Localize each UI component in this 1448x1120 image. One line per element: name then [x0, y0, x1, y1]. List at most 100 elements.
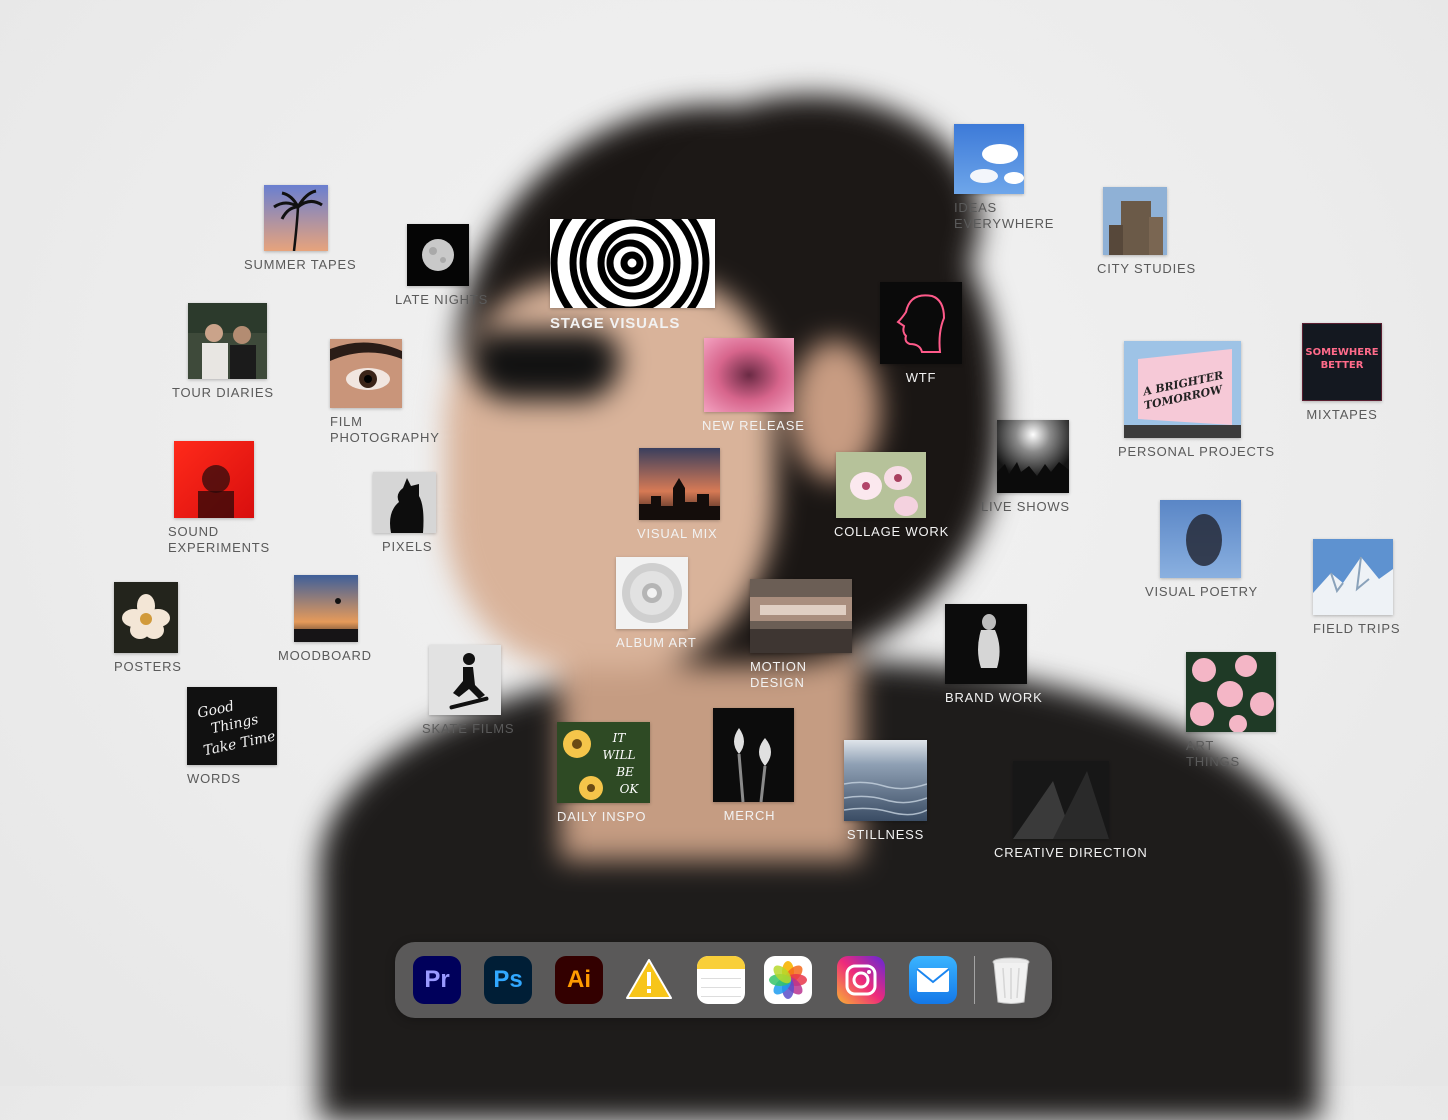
- folder-label: STAGE VISUALS: [550, 315, 681, 332]
- quote-line: BE: [615, 765, 634, 779]
- folder-label: COLLAGE WORK: [834, 524, 950, 539]
- folder-merch[interactable]: MERCH: [713, 708, 794, 824]
- daisy-quote-thumbnail: IT WILL BE OK: [557, 722, 650, 803]
- motion-blur-thumbnail: [750, 579, 852, 653]
- sign-text: SOMEWHERE: [1305, 347, 1378, 358]
- folder-late-nights[interactable]: LATE NIGHTS: [395, 224, 488, 308]
- folder-skate-films[interactable]: SKATE FILMS: [422, 645, 514, 737]
- folder-pixels[interactable]: PIXELS: [373, 472, 436, 555]
- premiere-pro-label: Pr: [424, 966, 450, 993]
- folder-label: ART THINGS: [1186, 738, 1240, 769]
- ocean-thumbnail: [844, 740, 927, 821]
- folder-label: MERCH: [723, 808, 776, 823]
- folder-personal-projects[interactable]: A BRIGHTER TOMORROW PERSONAL PROJECTS: [1118, 341, 1275, 460]
- tulips-thumbnail: [713, 708, 794, 802]
- folder-field-trips[interactable]: FIELD TRIPS: [1313, 539, 1400, 637]
- quote-line: WILL: [602, 748, 635, 762]
- spiral-thumbnail: [550, 219, 715, 308]
- folder-city-studies[interactable]: CITY STUDIES: [1097, 187, 1196, 277]
- pink-floral-thumbnail: [1186, 652, 1276, 732]
- folder-label: POSTERS: [114, 659, 182, 674]
- illustrator-icon[interactable]: Ai: [555, 956, 603, 1004]
- blurred-figure-thumbnail: [1160, 500, 1241, 578]
- eye-closeup-thumbnail: [330, 339, 402, 408]
- folder-visual-mix[interactable]: VISUAL MIX: [637, 448, 720, 542]
- folder-label: CITY STUDIES: [1097, 261, 1196, 276]
- warning-icon[interactable]: [625, 956, 673, 1004]
- moon-thumbnail: [407, 224, 469, 286]
- flower-thumbnail: [114, 582, 178, 653]
- quote-thumbnail: Good Things Take Time: [187, 687, 277, 765]
- friends-photo-thumbnail: [188, 303, 267, 379]
- photos-icon[interactable]: [764, 956, 812, 1004]
- folder-label: FILM PHOTOGRAPHY: [330, 414, 440, 445]
- folder-tour-diaries[interactable]: TOUR DIARIES: [172, 303, 274, 401]
- mail-icon[interactable]: [909, 956, 957, 1004]
- dusk-skater-thumbnail: [294, 575, 358, 642]
- folder-label: PIXELS: [382, 539, 433, 554]
- folder-label: BRAND WORK: [945, 690, 1043, 705]
- folder-wtf[interactable]: WTF: [880, 282, 962, 386]
- orchid-thumbnail: [836, 452, 926, 518]
- folder-label: FIELD TRIPS: [1313, 621, 1401, 636]
- neon-sign-thumbnail: SOMEWHERE BETTER: [1302, 323, 1382, 401]
- clouds-thumbnail: [954, 124, 1024, 194]
- instagram-icon[interactable]: [837, 956, 885, 1004]
- folder-stillness[interactable]: STILLNESS: [844, 740, 927, 843]
- folder-collage-work[interactable]: COLLAGE WORK: [834, 452, 949, 540]
- folder-summer-tapes[interactable]: SUMMER TAPES: [244, 185, 356, 273]
- folder-stage-visuals[interactable]: STAGE VISUALS: [550, 219, 715, 332]
- folder-label: CREATIVE DIRECTION: [994, 845, 1148, 860]
- folder-new-release[interactable]: NEW RELEASE: [702, 338, 805, 434]
- folder-visual-poetry[interactable]: VISUAL POETRY: [1145, 500, 1258, 600]
- photoshop-icon[interactable]: Ps: [484, 956, 532, 1004]
- folder-album-art[interactable]: ALBUM ART: [616, 557, 697, 651]
- sunset-city-thumbnail: [639, 448, 720, 520]
- palm-tree-thumbnail: [264, 185, 328, 251]
- folder-label: VISUAL POETRY: [1145, 584, 1258, 599]
- sign-text-2: BETTER: [1321, 360, 1364, 371]
- folder-mixtapes[interactable]: SOMEWHERE BETTER MIXTAPES: [1302, 323, 1382, 423]
- notes-icon[interactable]: [697, 956, 745, 1004]
- cd-disc-thumbnail: [616, 557, 688, 629]
- premiere-pro-icon[interactable]: Pr: [413, 956, 461, 1004]
- folder-label: DAILY INSPO: [557, 809, 647, 824]
- illustrator-label: Ai: [567, 966, 591, 993]
- folder-words[interactable]: Good Things Take Time WORDS: [187, 687, 277, 787]
- folder-live-shows[interactable]: LIVE SHOWS: [981, 420, 1070, 515]
- folder-label: MOTION DESIGN: [750, 659, 807, 690]
- folder-label: LATE NIGHTS: [395, 292, 489, 307]
- folder-label: SUMMER TAPES: [244, 257, 357, 272]
- folder-moodboard[interactable]: MOODBOARD: [278, 575, 372, 664]
- billboard-thumbnail: A BRIGHTER TOMORROW: [1124, 341, 1241, 438]
- folder-daily-inspo[interactable]: IT WILL BE OK DAILY INSPO: [557, 722, 650, 825]
- folder-label: PERSONAL PROJECTS: [1118, 444, 1275, 459]
- skater-thumbnail: [429, 645, 501, 715]
- statue-thumbnail: [945, 604, 1027, 684]
- dock-separator: [974, 956, 975, 1004]
- folder-label: TOUR DIARIES: [172, 385, 274, 400]
- dock: Pr Ps Ai: [395, 942, 1052, 1018]
- folder-brand-work[interactable]: BRAND WORK: [945, 604, 1043, 706]
- folder-sound-experiments[interactable]: SOUND EXPERIMENTS: [168, 441, 270, 556]
- folder-motion-design[interactable]: MOTION DESIGN: [750, 579, 852, 691]
- folder-film-photography[interactable]: FILM PHOTOGRAPHY: [330, 339, 440, 446]
- folder-label: ALBUM ART: [616, 635, 697, 650]
- black-cat-thumbnail: [373, 472, 436, 533]
- abstract-shapes-thumbnail: [1013, 761, 1109, 839]
- concert-crowd-thumbnail: [997, 420, 1069, 493]
- quote-line: OK: [620, 782, 640, 796]
- folder-label: MIXTAPES: [1306, 407, 1378, 422]
- quote-line: IT: [612, 731, 627, 745]
- folder-label: WTF: [905, 370, 937, 385]
- folder-label: STILLNESS: [846, 827, 925, 842]
- folder-label: LIVE SHOWS: [981, 499, 1070, 514]
- folder-label: WORDS: [187, 771, 241, 786]
- folder-posters[interactable]: POSTERS: [114, 582, 182, 675]
- neon-face-thumbnail: [880, 282, 962, 364]
- folder-label: SKATE FILMS: [422, 721, 515, 736]
- folder-art-things[interactable]: ART THINGS: [1186, 652, 1276, 770]
- folder-ideas-everywhere[interactable]: IDEAS EVERYWHERE: [954, 124, 1054, 232]
- trash-icon[interactable]: [987, 956, 1035, 1004]
- folder-creative-direction[interactable]: CREATIVE DIRECTION: [994, 761, 1148, 861]
